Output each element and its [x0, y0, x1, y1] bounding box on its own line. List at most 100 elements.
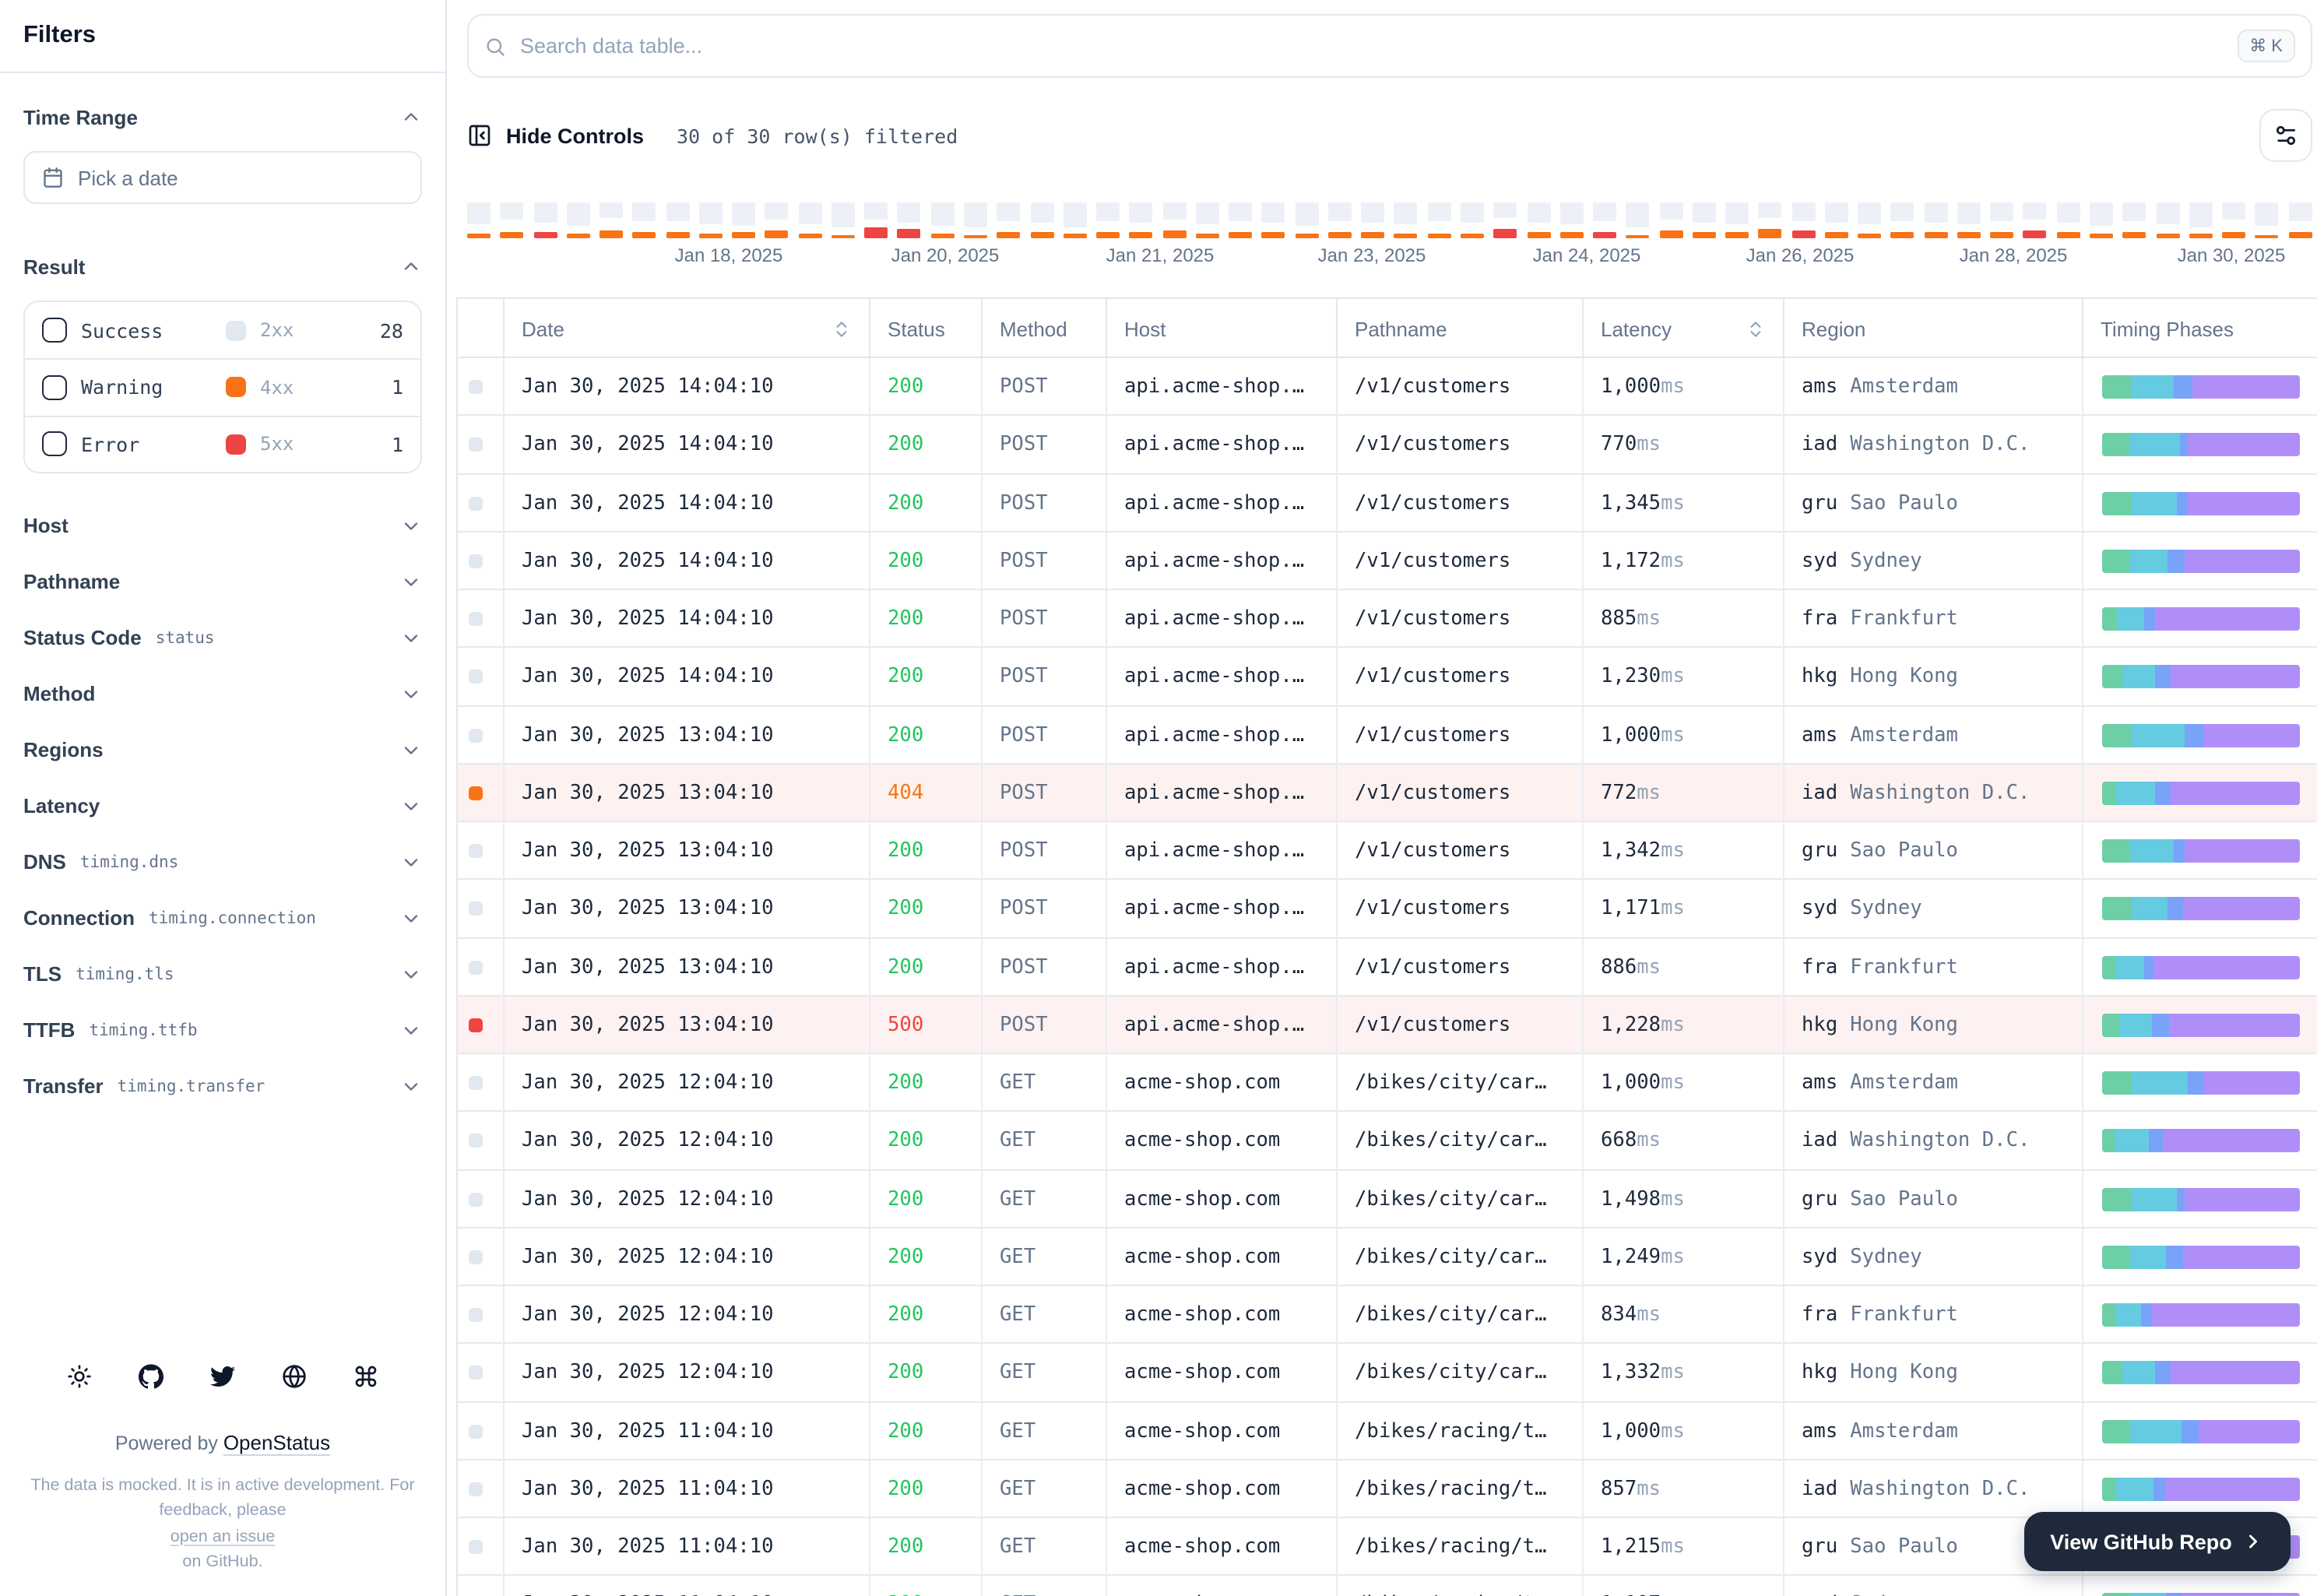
sidebar-filter-method[interactable]: Method — [23, 666, 422, 722]
table-row[interactable]: Jan 30, 2025 13:04:10 404 POST api.acme-… — [458, 764, 2317, 822]
timeline-bar[interactable] — [831, 202, 855, 238]
table-row[interactable]: Jan 30, 2025 14:04:10 200 POST api.acme-… — [458, 416, 2317, 474]
timeline-bar[interactable] — [732, 202, 756, 238]
command-button[interactable] — [353, 1365, 378, 1390]
open-issue-link[interactable]: open an issue — [171, 1527, 275, 1545]
github-button[interactable] — [139, 1364, 163, 1390]
table-row[interactable]: Jan 30, 2025 14:04:10 200 POST api.acme-… — [458, 358, 2317, 417]
table-row[interactable]: Jan 30, 2025 13:04:10 200 POST api.acme-… — [458, 938, 2317, 997]
timeline-bar[interactable] — [864, 202, 888, 238]
timeline-bar[interactable] — [1559, 202, 1584, 238]
timeline-bar[interactable] — [2189, 202, 2213, 238]
sidebar-filter-tls[interactable]: TLS timing.tls — [23, 947, 422, 1003]
column-header-date[interactable]: Date — [505, 299, 870, 358]
table-row[interactable]: Jan 30, 2025 12:04:10 200 GET acme-shop.… — [458, 1228, 2317, 1286]
timeline-bar[interactable] — [1858, 202, 1882, 238]
table-row[interactable]: Jan 30, 2025 11:04:10 200 GET acme-shop.… — [458, 1402, 2317, 1461]
sidebar-filter-dns[interactable]: DNS timing.dns — [23, 835, 422, 891]
timeline-bar[interactable] — [963, 202, 987, 238]
timeline-bar[interactable] — [1527, 202, 1550, 238]
timeline-bar[interactable] — [1957, 202, 1981, 238]
date-picker-button[interactable]: Pick a date — [23, 151, 422, 204]
timeline-bar[interactable] — [666, 202, 690, 238]
column-header-latency[interactable]: Latency — [1584, 299, 1784, 358]
checkbox[interactable] — [42, 431, 67, 457]
timeline-bar[interactable] — [1725, 202, 1749, 238]
timeline-bar[interactable] — [2122, 202, 2146, 238]
timeline-bar[interactable] — [1626, 202, 1650, 238]
table-row[interactable]: Jan 30, 2025 14:04:10 200 POST api.acme-… — [458, 474, 2317, 533]
result-item-success[interactable]: Success 2xx 28 — [25, 302, 420, 359]
table-row[interactable]: Jan 30, 2025 13:04:10 500 POST api.acme-… — [458, 996, 2317, 1054]
time-range-section-header[interactable]: Time Range — [23, 100, 422, 134]
sidebar-filter-ttfb[interactable]: TTFB timing.ttfb — [23, 1003, 422, 1059]
timeline-bar[interactable] — [1327, 202, 1352, 238]
view-options-button[interactable] — [2259, 109, 2312, 162]
table-row[interactable]: Jan 30, 2025 12:04:10 200 GET acme-shop.… — [458, 1112, 2317, 1170]
timeline-bar[interactable] — [1460, 202, 1484, 238]
timeline-bar[interactable] — [2255, 202, 2279, 238]
table-row[interactable]: Jan 30, 2025 13:04:10 200 POST api.acme-… — [458, 880, 2317, 938]
timeline-bar[interactable] — [698, 202, 723, 238]
timeline-bar[interactable] — [2222, 202, 2246, 238]
timeline-bar[interactable] — [930, 202, 955, 238]
result-section-header[interactable]: Result — [23, 249, 422, 283]
table-row[interactable]: Jan 30, 2025 12:04:10 200 GET acme-shop.… — [458, 1286, 2317, 1345]
table-row[interactable]: Jan 30, 2025 11:04:10 200 GET acme-shop.… — [458, 1576, 2317, 1596]
timeline-bar[interactable] — [1990, 202, 2014, 238]
timeline-bar[interactable] — [599, 202, 624, 238]
timeline-bar[interactable] — [2023, 202, 2047, 238]
table-row[interactable]: Jan 30, 2025 13:04:10 200 POST api.acme-… — [458, 822, 2317, 881]
table-row[interactable]: Jan 30, 2025 14:04:10 200 POST api.acme-… — [458, 648, 2317, 706]
search-input[interactable] — [520, 34, 2224, 58]
timeline-bar[interactable] — [1195, 202, 1219, 238]
sidebar-filter-regions[interactable]: Regions — [23, 722, 422, 779]
timeline-bar[interactable] — [1361, 202, 1385, 238]
timeline-bar[interactable] — [1261, 202, 1285, 238]
hide-controls-button[interactable]: Hide Controls — [467, 123, 644, 148]
timeline-bar[interactable] — [1791, 202, 1816, 238]
sidebar-filter-latency[interactable]: Latency — [23, 779, 422, 835]
timeline-bar[interactable] — [632, 202, 656, 238]
sidebar-filter-host[interactable]: Host — [23, 498, 422, 554]
result-item-error[interactable]: Error 5xx 1 — [25, 415, 420, 472]
timeline-bar[interactable] — [1063, 202, 1087, 238]
timeline-bar[interactable] — [533, 202, 557, 238]
sidebar-filter-connection[interactable]: Connection timing.connection — [23, 891, 422, 947]
view-github-repo-button[interactable]: View GitHub Repo — [2024, 1512, 2291, 1571]
table-row[interactable]: Jan 30, 2025 11:04:10 200 GET acme-shop.… — [458, 1460, 2317, 1518]
timeline-bar[interactable] — [1824, 202, 1848, 238]
timeline-bar[interactable] — [500, 202, 524, 238]
table-row[interactable]: Jan 30, 2025 12:04:10 200 GET acme-shop.… — [458, 1054, 2317, 1113]
timeline-bar[interactable] — [897, 202, 921, 238]
sun-button[interactable] — [67, 1365, 92, 1390]
timeline-bar[interactable] — [1692, 202, 1716, 238]
timeline-bar[interactable] — [1162, 202, 1187, 238]
timeline-bar[interactable] — [1593, 202, 1617, 238]
timeline-bar[interactable] — [1394, 202, 1418, 238]
timeline-bar[interactable] — [1129, 202, 1153, 238]
checkbox[interactable] — [42, 318, 67, 343]
table-row[interactable]: Jan 30, 2025 12:04:10 200 GET acme-shop.… — [458, 1344, 2317, 1402]
timeline-bar[interactable] — [566, 202, 590, 238]
table-row[interactable]: Jan 30, 2025 13:04:10 200 POST api.acme-… — [458, 706, 2317, 765]
timeline-bar[interactable] — [1890, 202, 1914, 238]
result-item-warning[interactable]: Warning 4xx 1 — [25, 358, 420, 416]
table-row[interactable]: Jan 30, 2025 12:04:10 200 GET acme-shop.… — [458, 1170, 2317, 1229]
table-row[interactable]: Jan 30, 2025 14:04:10 200 POST api.acme-… — [458, 532, 2317, 590]
timeline-bar[interactable] — [2288, 202, 2312, 238]
timeline-bar[interactable] — [467, 202, 490, 238]
sidebar-filter-transfer[interactable]: Transfer timing.transfer — [23, 1059, 422, 1115]
timeline-bar[interactable] — [2156, 202, 2180, 238]
timeline-bar[interactable] — [997, 202, 1021, 238]
timeline-bar[interactable] — [1427, 202, 1451, 238]
timeline-bar[interactable] — [1229, 202, 1253, 238]
sidebar-filter-status-code[interactable]: Status Code status — [23, 610, 422, 666]
checkbox[interactable] — [42, 374, 67, 400]
timeline-bar[interactable] — [1030, 202, 1054, 238]
sidebar-filter-pathname[interactable]: Pathname — [23, 554, 422, 610]
globe-button[interactable] — [282, 1365, 307, 1390]
timeline-bar[interactable] — [1924, 202, 1948, 238]
timeline-bar[interactable] — [1659, 202, 1683, 238]
timeline-bar[interactable] — [1295, 202, 1319, 238]
